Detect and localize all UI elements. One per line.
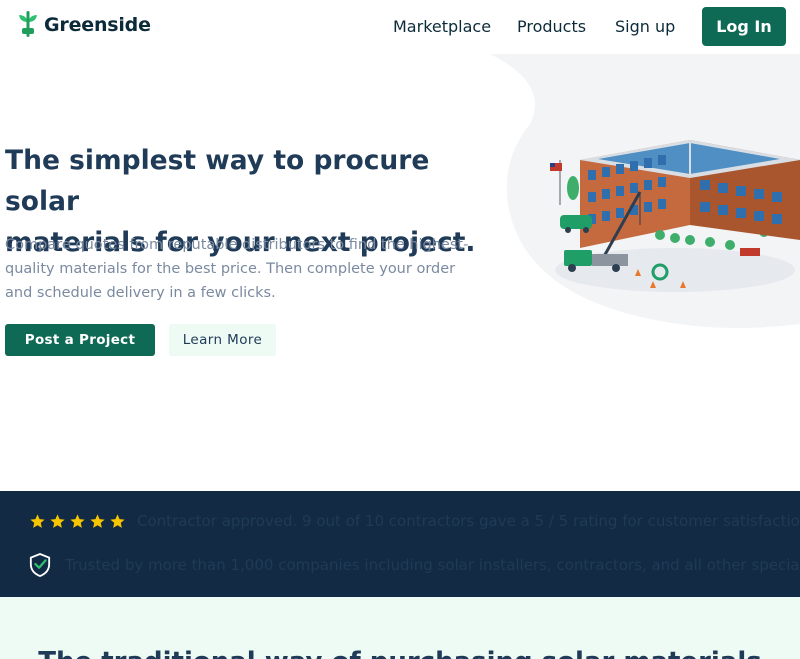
solar-installation-building-illustration: [550, 140, 800, 292]
star-icon: [70, 513, 85, 528]
post-project-button[interactable]: Post a Project: [5, 324, 155, 356]
next-section: The traditional way of purchasing solar …: [0, 597, 800, 659]
login-button[interactable]: Log In: [702, 7, 786, 46]
rating-text: Contractor approved. 9 out of 10 contrac…: [137, 512, 800, 530]
trusted-text: Trusted by more than 1,000 companies inc…: [65, 556, 800, 574]
shield-check-icon: [29, 553, 51, 577]
rating-row: Contractor approved. 9 out of 10 contrac…: [29, 512, 800, 530]
learn-more-button[interactable]: Learn More: [169, 324, 276, 356]
brand-name: Greenside: [44, 14, 151, 36]
star-icon: [90, 513, 105, 528]
nav-link-sign-up[interactable]: Sign up: [615, 17, 675, 36]
hero-title-line-1: The simplest way to procure solar: [5, 145, 430, 217]
nav-link-marketplace[interactable]: Marketplace: [393, 17, 491, 36]
nav-link-products[interactable]: Products: [517, 17, 586, 36]
trusted-row: Trusted by more than 1,000 companies inc…: [29, 553, 800, 577]
brand-logo[interactable]: Greenside: [16, 10, 151, 40]
star-icon: [50, 513, 65, 528]
trust-band: [0, 491, 800, 597]
star-icon: [110, 513, 125, 528]
next-section-title: The traditional way of purchasing solar …: [0, 647, 800, 659]
rating-stars: [29, 513, 126, 530]
plug-leaf-icon: [19, 11, 37, 37]
top-navigation: Greenside Marketplace Products Sign up L…: [0, 0, 800, 54]
hero-subtitle: Compare quotes from reputable distributo…: [5, 237, 469, 301]
star-icon: [30, 513, 45, 528]
